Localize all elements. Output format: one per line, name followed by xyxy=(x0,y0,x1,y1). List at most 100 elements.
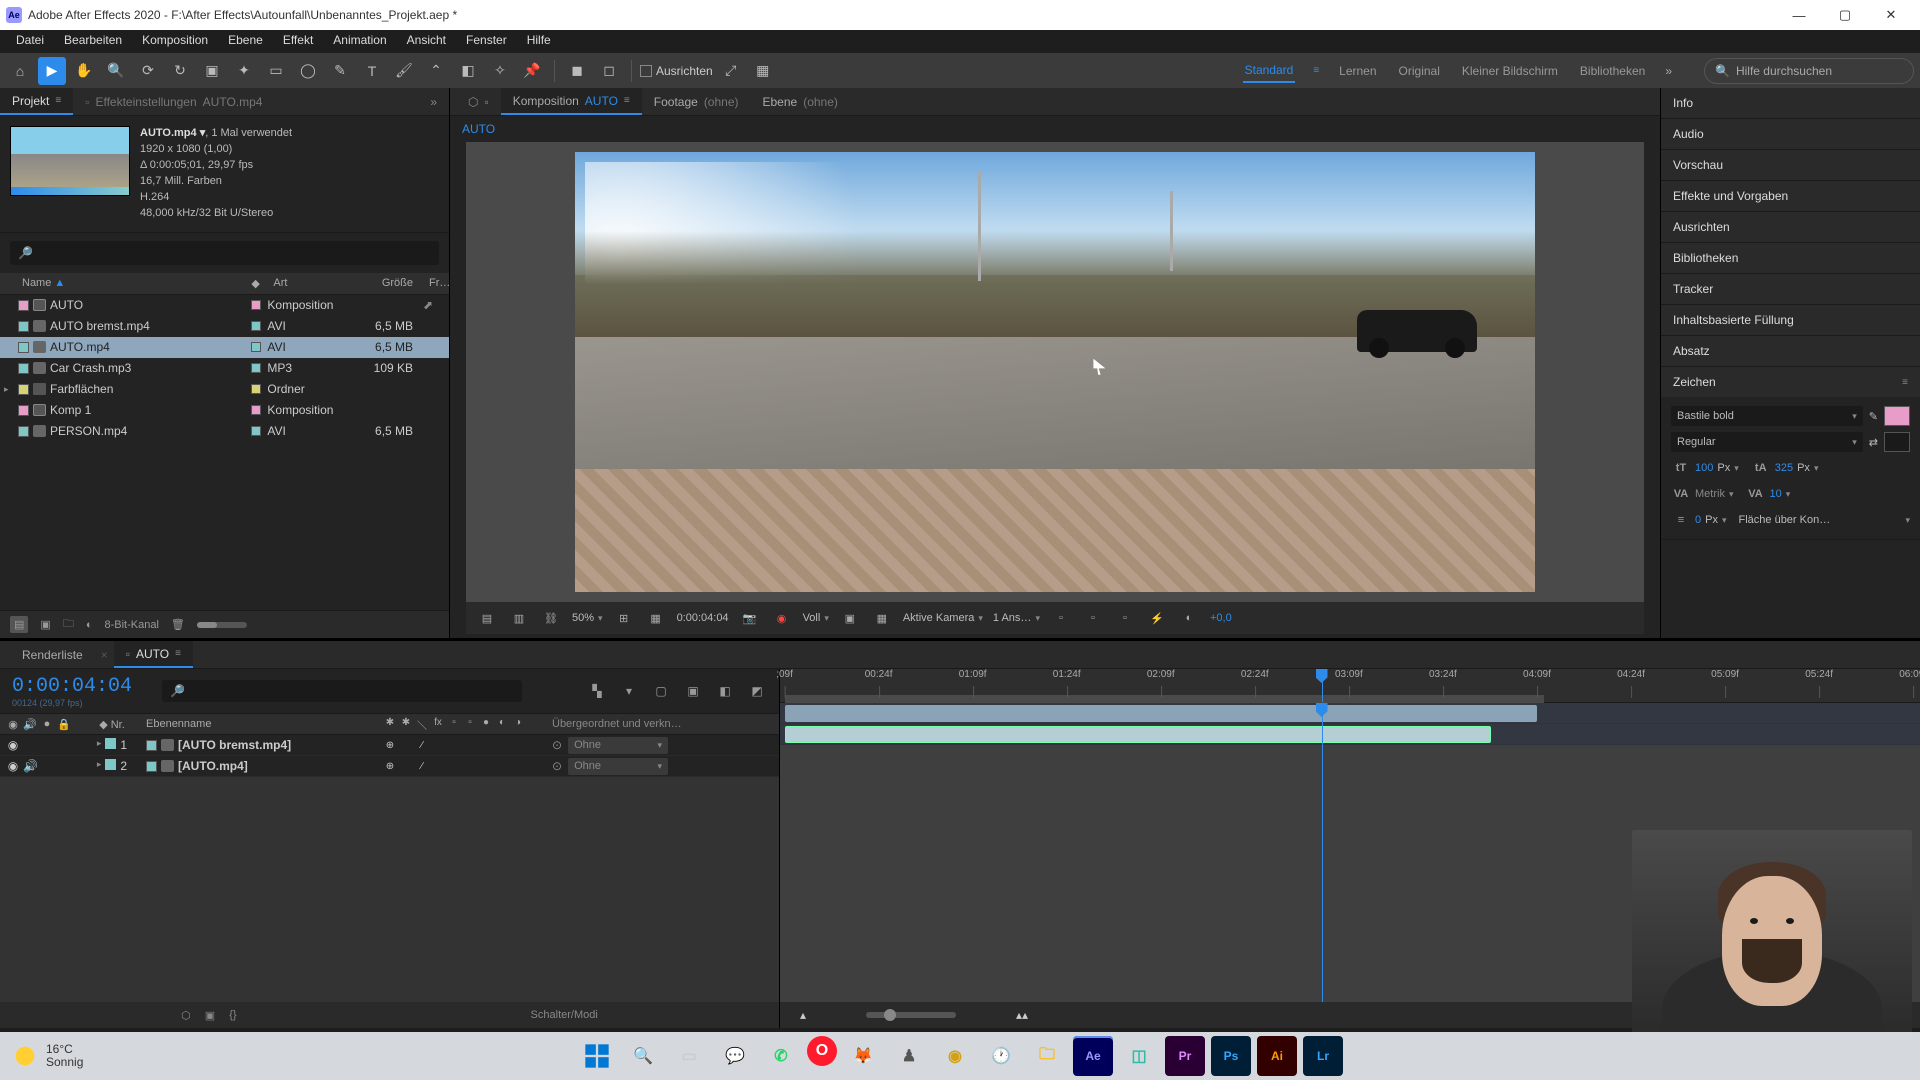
workspace-libs[interactable]: Bibliotheken xyxy=(1578,60,1647,82)
exposure-value[interactable]: +0,0 xyxy=(1210,612,1232,624)
font-style-dropdown[interactable]: Regular▾ xyxy=(1671,432,1863,452)
selection-tool[interactable]: ▶ xyxy=(38,57,66,85)
new-comp-icon[interactable]: ▣ xyxy=(40,618,50,631)
taskbar-app-generic2[interactable]: ◉ xyxy=(935,1036,975,1076)
tl-mb-icon[interactable]: ▣ xyxy=(683,684,703,698)
taskbar-chat[interactable]: 💬 xyxy=(715,1036,755,1076)
workspace-learn[interactable]: Lernen xyxy=(1337,60,1378,82)
timeline-comp-menu-icon[interactable]: ≡ xyxy=(175,648,181,659)
minimize-button[interactable]: — xyxy=(1776,0,1822,30)
roi-icon[interactable]: ▣ xyxy=(839,607,861,629)
brush-tool[interactable]: 🖌 xyxy=(390,57,418,85)
snap-opt1-icon[interactable]: ⤢ xyxy=(717,57,745,85)
tab-effect-controls[interactable]: ▫ Effekteinstellungen AUTO.mp4 » xyxy=(73,88,449,115)
taskbar-explorer[interactable]: 🗀 xyxy=(1027,1036,1067,1076)
viewer-timecode[interactable]: 0:00:04:04 xyxy=(677,612,729,624)
tl-toggle3-icon[interactable]: {} xyxy=(229,1009,236,1021)
snapshot-icon[interactable]: 📷 xyxy=(739,607,761,629)
fill-stroke2-icon[interactable]: ◻ xyxy=(595,57,623,85)
stroke-width-field[interactable]: ≡0Px▾ xyxy=(1671,514,1727,526)
taskbar-firefox[interactable]: 🦊 xyxy=(843,1036,883,1076)
new-folder-icon[interactable]: 🗀 xyxy=(63,615,74,634)
interpret-icon[interactable]: ▤ xyxy=(10,616,28,633)
comp-lock-icon[interactable]: ⬡ xyxy=(468,95,478,109)
taskbar-photoshop[interactable]: Ps xyxy=(1211,1036,1251,1076)
taskbar-illustrator[interactable]: Ai xyxy=(1257,1036,1297,1076)
resolution-dropdown[interactable]: Voll▾ xyxy=(803,612,829,624)
workspace-small[interactable]: Kleiner Bildschirm xyxy=(1460,60,1560,82)
tl-graph-icon[interactable]: ◧ xyxy=(715,684,735,698)
panel-effects[interactable]: Effekte und Vorgaben xyxy=(1661,181,1920,211)
tab-project-menu-icon[interactable]: ≡ xyxy=(55,95,61,106)
res-full-icon[interactable]: ⊞ xyxy=(613,607,635,629)
taskbar-app-generic3[interactable]: ◫ xyxy=(1119,1036,1159,1076)
stroke-swap-icon[interactable]: ⇄ xyxy=(1869,436,1878,449)
taskbar-search[interactable]: 🔍 xyxy=(623,1036,663,1076)
grid-icon[interactable]: ▦ xyxy=(645,607,667,629)
tab-project[interactable]: Projekt ≡ xyxy=(0,88,73,115)
view3-icon[interactable]: ▫ xyxy=(1114,607,1136,629)
col-size[interactable]: Größe xyxy=(367,277,423,289)
orbit-tool[interactable]: ⟳ xyxy=(134,57,162,85)
trash-icon[interactable]: 🗑 xyxy=(171,618,185,631)
tl-twirl-icon[interactable]: ◆ xyxy=(99,719,107,731)
home-tool[interactable]: ⌂ xyxy=(6,57,34,85)
timeline-timecode[interactable]: 0:00:04:04 xyxy=(12,675,132,698)
tab-layer[interactable]: Ebene (ohne) xyxy=(751,88,850,115)
shape-ellipse-tool[interactable]: ◯ xyxy=(294,57,322,85)
menu-file[interactable]: Datei xyxy=(6,30,54,52)
timeline-layer[interactable]: ◉🔊 ▸2 [AUTO.mp4] ⊕∕ ⊙Ohne▾ xyxy=(0,756,779,777)
zoom-out-icon[interactable]: ▴ xyxy=(800,1008,806,1022)
tl-toggle2-icon[interactable]: ▣ xyxy=(205,1009,215,1022)
tab-composition[interactable]: Komposition AUTO ≡ xyxy=(501,88,642,115)
tracking-field[interactable]: VA10▾ xyxy=(1745,488,1790,500)
taskbar-opera[interactable]: O xyxy=(807,1036,837,1066)
help-search[interactable]: 🔍 Hilfe durchsuchen xyxy=(1704,58,1914,84)
panel-tracker[interactable]: Tracker xyxy=(1661,274,1920,304)
workspace-menu-icon[interactable]: ≡ xyxy=(1313,65,1319,76)
tab-footage[interactable]: Footage (ohne) xyxy=(642,88,751,115)
hand-tool[interactable]: ✋ xyxy=(70,57,98,85)
tl-shy-icon[interactable]: ▾ xyxy=(619,684,639,698)
thumb-slider[interactable] xyxy=(197,622,247,628)
project-item[interactable]: PERSON.mp4 AVI 6,5 MB xyxy=(0,421,449,442)
tab-render-queue[interactable]: Renderliste xyxy=(10,641,95,668)
col-label[interactable]: ◆ xyxy=(245,277,267,290)
project-item[interactable]: AUTO.mp4 AVI 6,5 MB xyxy=(0,337,449,358)
taskbar-app-generic1[interactable]: ♟ xyxy=(889,1036,929,1076)
taskbar-taskview[interactable]: ▭ xyxy=(669,1036,709,1076)
effectcontrols-overflow-icon[interactable]: » xyxy=(430,95,437,109)
font-size-field[interactable]: tT100Px▾ xyxy=(1671,462,1739,474)
panel-preview[interactable]: Vorschau xyxy=(1661,150,1920,180)
zoom-in-icon[interactable]: ▴▴ xyxy=(1016,1008,1028,1022)
taskbar-weather[interactable]: 16°CSonnig xyxy=(12,1043,83,1069)
workspace-standard[interactable]: Standard xyxy=(1243,59,1296,83)
panel-align[interactable]: Ausrichten xyxy=(1661,212,1920,242)
tab-composition-menu-icon[interactable]: ≡ xyxy=(624,95,630,106)
project-item[interactable]: Komp 1 Komposition xyxy=(0,400,449,421)
switch-modes-label[interactable]: Schalter/Modi xyxy=(531,1009,598,1021)
magnification-dropdown[interactable]: 50%▾ xyxy=(572,612,603,624)
comp-link-icon[interactable]: ▫ xyxy=(484,95,488,109)
fill-over-stroke-dropdown[interactable]: Fläche über Kon…▾ xyxy=(1739,514,1911,526)
text-tool[interactable]: T xyxy=(358,57,386,85)
comp-breadcrumb[interactable]: AUTO xyxy=(450,116,1660,142)
taskbar-clock[interactable]: 🕐 xyxy=(981,1036,1021,1076)
menu-composition[interactable]: Komposition xyxy=(132,30,218,52)
tl-toggle1-icon[interactable]: ⬡ xyxy=(181,1009,191,1022)
timeline-layer[interactable]: ◉ ▸1 [AUTO bremst.mp4] ⊕∕ ⊙Ohne▾ xyxy=(0,735,779,756)
clone-tool[interactable]: ⌃ xyxy=(422,57,450,85)
menu-view[interactable]: Ansicht xyxy=(397,30,456,52)
layer-clip-1[interactable] xyxy=(785,705,1537,722)
project-search[interactable]: 🔎 xyxy=(10,241,439,265)
menu-layer[interactable]: Ebene xyxy=(218,30,273,52)
panel-info[interactable]: Info xyxy=(1661,88,1920,118)
menu-window[interactable]: Fenster xyxy=(456,30,517,52)
alpha-icon[interactable]: ▤ xyxy=(476,607,498,629)
channel-icon[interactable]: ◉ xyxy=(771,607,793,629)
project-item[interactable]: Car Crash.mp3 MP3 109 KB xyxy=(0,358,449,379)
view2-icon[interactable]: ▫ xyxy=(1082,607,1104,629)
pen-tool[interactable]: ✎ xyxy=(326,57,354,85)
camera-tool[interactable]: ▣ xyxy=(198,57,226,85)
leading-field[interactable]: tA325Px▾ xyxy=(1751,462,1819,474)
